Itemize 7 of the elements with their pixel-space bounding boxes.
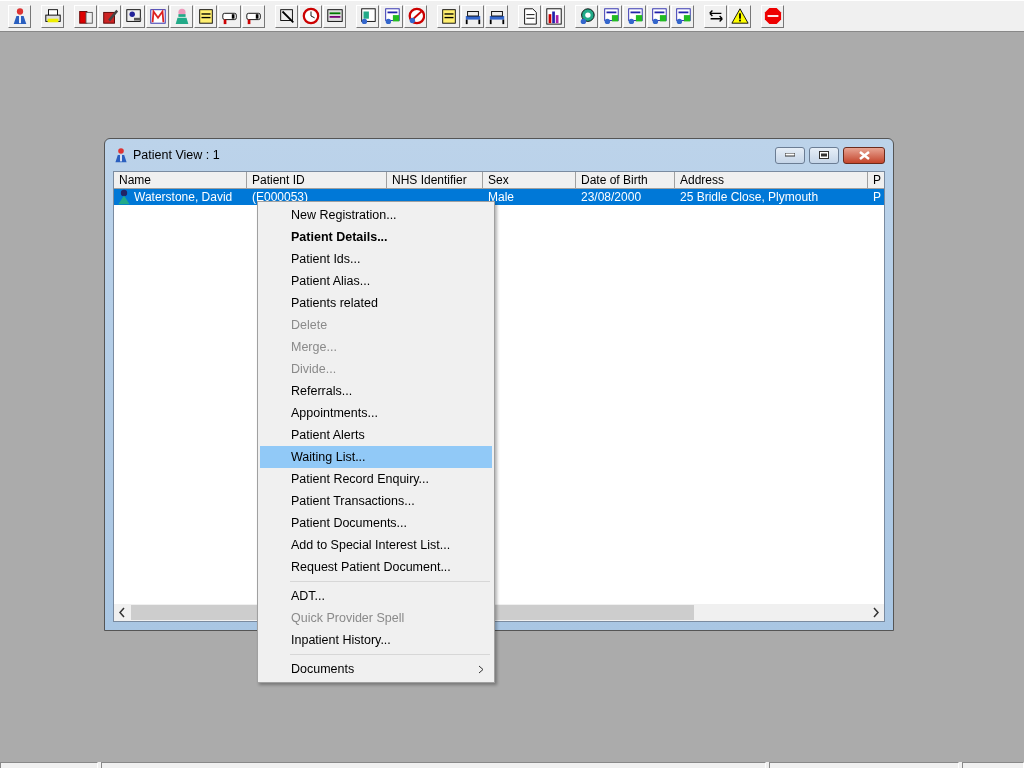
window-title: Patient View : 1 [133,148,221,162]
table-cell: 23/08/2000 [581,189,642,205]
table-cell: Waterstone, David [134,189,233,205]
table-cell: Male [488,189,514,205]
table-cell: (E000053) [252,189,309,205]
table-cell: 25 Bridle Close, Plymouth [680,189,819,205]
table-cell: P [873,189,881,205]
